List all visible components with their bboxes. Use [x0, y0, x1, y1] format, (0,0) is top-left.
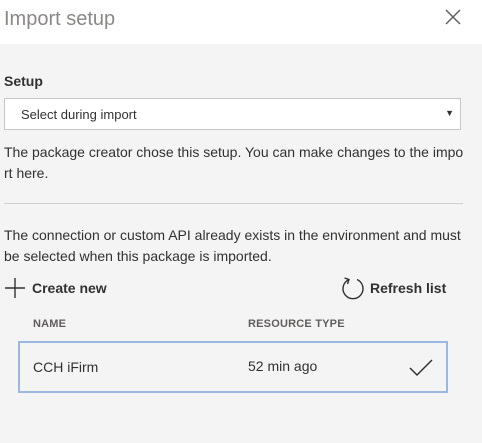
chevron-down-icon: ▼: [445, 108, 454, 118]
refresh-list-button[interactable]: Refresh list: [340, 275, 446, 301]
panel-header: Import setup: [0, 0, 482, 44]
row-resource-type-cell: 52 min ago: [248, 358, 318, 374]
create-new-label: Create new: [32, 280, 107, 296]
plus-icon: [5, 278, 25, 298]
refresh-list-label: Refresh list: [370, 280, 447, 296]
setup-select[interactable]: Select during import ▼: [4, 98, 461, 130]
setup-label: Setup: [4, 73, 43, 89]
close-button[interactable]: [440, 4, 466, 30]
section-divider: [4, 203, 463, 204]
create-new-button[interactable]: Create new: [4, 275, 107, 301]
panel-title: Import setup: [4, 8, 116, 30]
connection-description: The connection or custom API already exi…: [4, 227, 461, 264]
setup-helptext: The package creator chose this setup. Yo…: [4, 144, 464, 181]
checkmark-icon: [409, 359, 433, 377]
refresh-icon: [342, 277, 364, 300]
table-row[interactable]: CCH iFirm 52 min ago: [18, 341, 448, 393]
column-header-resource-type[interactable]: RESOURCE TYPE: [248, 318, 345, 330]
setup-select-value: Select during import: [21, 107, 137, 122]
row-name-cell: CCH iFirm: [33, 359, 99, 375]
close-icon: [445, 9, 461, 25]
column-header-name[interactable]: NAME: [33, 318, 66, 330]
